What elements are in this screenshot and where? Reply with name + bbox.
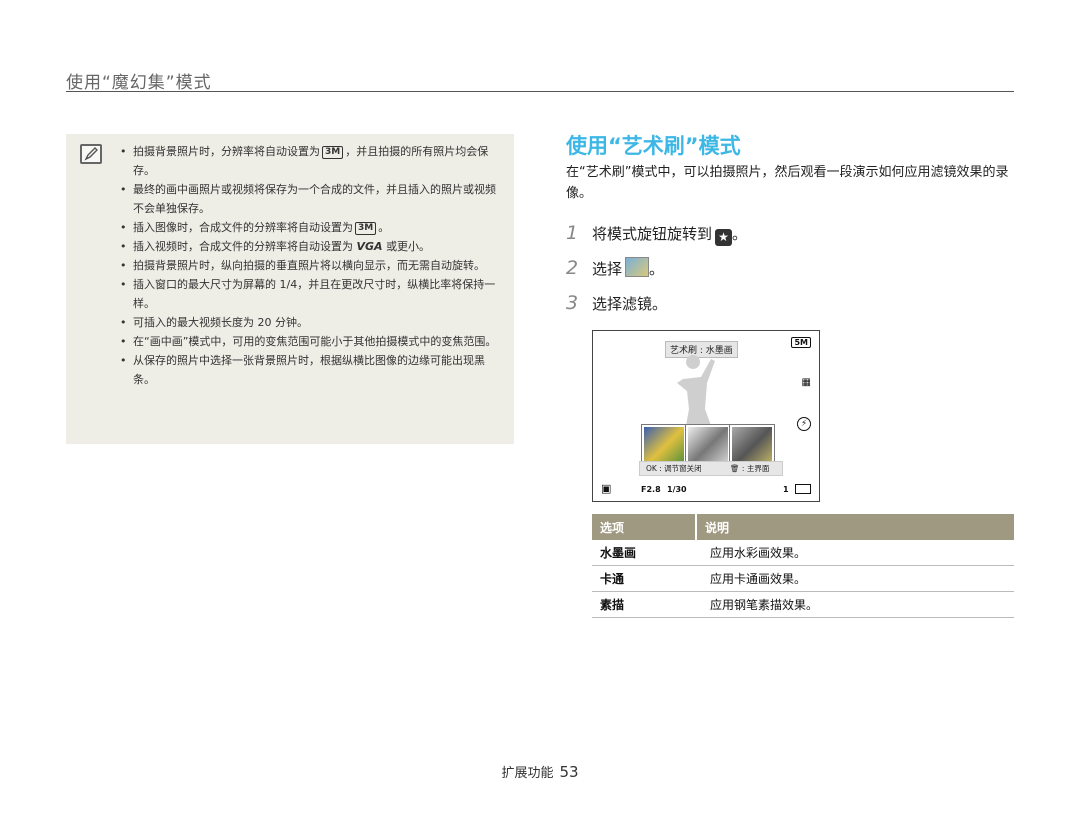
- person-silhouette: [677, 355, 715, 431]
- note-list: 拍摄背景照片时，分辨率将自动设置为3M，并且拍摄的所有照片均会保存。 最终的画中…: [118, 142, 503, 389]
- page-footer: 扩展功能 53: [0, 762, 1080, 781]
- art-brush-icon: [625, 257, 650, 277]
- step-number: 1: [566, 222, 579, 244]
- quality-icon: ▦: [801, 377, 811, 388]
- resolution-3m-icon: 3M: [355, 222, 377, 235]
- camera-help-bar: OK : 调节窗关闭 🗑 : 主界面: [639, 461, 783, 476]
- option-name: 素描: [592, 591, 696, 618]
- help-ok: OK : 调节窗关闭: [646, 464, 702, 473]
- header-divider: [66, 91, 1014, 92]
- note-pencil-icon: [80, 144, 102, 164]
- step-3: 3 选择滤镜。: [566, 292, 667, 314]
- column-header-option: 选项: [592, 514, 696, 540]
- vga-icon: VGA: [356, 240, 383, 253]
- option-description: 应用水彩画效果。: [696, 540, 1014, 566]
- shots-remaining: 1: [783, 485, 789, 494]
- column-header-description: 说明: [695, 514, 1014, 540]
- step-number: 2: [566, 257, 579, 279]
- shutter-value: 1/30: [667, 485, 687, 494]
- section-header: 使用“魔幻集”模式: [66, 73, 212, 93]
- help-home: 🗑 : 主界面: [730, 464, 770, 473]
- option-name: 水墨画: [592, 540, 696, 566]
- note-item: 拍摄背景照片时，分辨率将自动设置为3M，并且拍摄的所有照片均会保存。: [118, 142, 503, 180]
- flash-icon: ⚡: [797, 417, 811, 431]
- note-item: 最终的画中画照片或视频将保存为一个合成的文件，并且插入的照片或视频不会单独保存。: [118, 180, 503, 218]
- smart-mode-icon: ★: [715, 229, 733, 246]
- camera-screen: 艺术刷 : 水墨画 OK : 调节窗关闭 🗑 : 主界面 5M ▦ ⚡ ▣ F2…: [592, 330, 820, 502]
- camera-mode-icon: ▣: [601, 482, 612, 495]
- battery-icon: [795, 484, 811, 494]
- options-table: 选项 说明 水墨画 应用水彩画效果。 卡通 应用卡通画效果。 素描 应用钢笔素描…: [592, 514, 1014, 618]
- note-item: 拍摄背景照片时，纵向拍摄的垂直照片将以横向显示，而无需自动旋转。: [118, 256, 503, 275]
- option-name: 卡通: [592, 565, 696, 592]
- page-number: 53: [559, 763, 579, 781]
- note-item: 在“画中画”模式中，可用的变焦范围可能小于其他拍摄模式中的变焦范围。: [118, 332, 503, 351]
- aperture-value: F2.8: [641, 485, 661, 494]
- option-description: 应用卡通画效果。: [696, 565, 1014, 592]
- resolution-5m-icon: 5M: [791, 337, 811, 348]
- main-title: 使用“艺术刷”模式: [566, 134, 741, 158]
- table-row: 水墨画 应用水彩画效果。: [592, 540, 1014, 566]
- note-item: 插入图像时，合成文件的分辨率将自动设置为3M。: [118, 218, 503, 237]
- table-row: 卡通 应用卡通画效果。: [592, 565, 1014, 592]
- step-1: 1 将模式旋钮旋转到 ★。: [566, 222, 748, 246]
- resolution-3m-icon: 3M: [322, 146, 344, 159]
- step-text: 选择滤镜。: [592, 295, 668, 313]
- note-item: 插入窗口的最大尺寸为屏幕的 1/4，并且在更改尺寸时，纵横比率将保持一样。: [118, 275, 503, 313]
- step-text: 将模式旋钮旋转到: [592, 225, 713, 243]
- note-item: 从保存的照片中选择一张背景照片时，根据纵横比图像的边缘可能出现黑条。: [118, 351, 503, 389]
- intro-text: 在“艺术刷”模式中，可以拍摄照片，然后观看一段演示如何应用滤镜效果的录像。: [566, 165, 1009, 201]
- footer-section: 扩展功能: [501, 766, 554, 781]
- option-description: 应用钢笔素描效果。: [696, 591, 1014, 618]
- note-item: 可插入的最大视频长度为 20 分钟。: [118, 313, 503, 332]
- table-header-row: 选项 说明: [592, 514, 1014, 540]
- note-item: 插入视频时，合成文件的分辨率将自动设置为 VGA 或更小。: [118, 237, 503, 256]
- step-text: 选择: [592, 260, 623, 278]
- step-2: 2 选择。: [566, 257, 665, 279]
- step-number: 3: [566, 292, 579, 314]
- table-row: 素描 应用钢笔素描效果。: [592, 591, 1014, 618]
